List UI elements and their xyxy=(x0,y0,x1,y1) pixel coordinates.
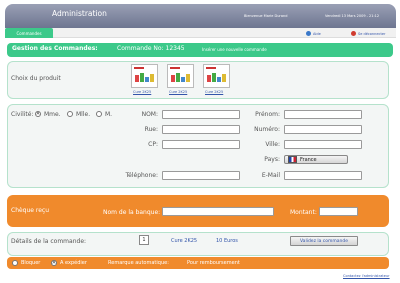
remarque-label: Remarque automatique: xyxy=(108,260,169,266)
france-flag-icon xyxy=(288,156,297,163)
section-title: Gestion des Commandes: xyxy=(12,45,98,52)
remarque-value: Pour remboursement xyxy=(187,260,240,266)
telephone-label: Téléphone: xyxy=(125,172,159,179)
radio-mlle-label: Mlle. xyxy=(76,111,91,118)
nom-input[interactable] xyxy=(162,110,240,119)
product-thumb-label[interactable]: Cure 2K25 xyxy=(133,90,151,94)
ville-input[interactable] xyxy=(284,140,362,149)
quantity-input[interactable]: 1 xyxy=(139,235,149,245)
country-select[interactable]: France xyxy=(284,155,348,164)
montant-input[interactable] xyxy=(319,207,358,216)
prenom-label: Prénom: xyxy=(255,111,280,118)
help-icon xyxy=(306,31,311,36)
montant-label: Montant: xyxy=(290,209,317,216)
logout-label: Se déconnecter xyxy=(358,31,386,36)
email-input[interactable] xyxy=(284,171,362,180)
product-panel xyxy=(7,61,389,99)
rue-input[interactable] xyxy=(162,125,240,134)
details-product: Cure 2K25 xyxy=(171,238,198,244)
numero-label: Numéro: xyxy=(254,126,280,133)
telephone-input[interactable] xyxy=(162,171,240,180)
radio-expedier[interactable]: ✕ xyxy=(51,260,57,266)
validate-order-button[interactable]: Validez la commande xyxy=(290,236,358,246)
country-value: France xyxy=(300,156,317,163)
prenom-input[interactable] xyxy=(284,110,362,119)
radio-mlle[interactable] xyxy=(67,111,73,117)
civilite-label: Civilité: xyxy=(11,111,34,118)
product-thumb-2[interactable] xyxy=(167,64,194,88)
tab-bar xyxy=(5,28,396,38)
radio-expedier-label: A expédier xyxy=(60,260,87,266)
radio-mme[interactable]: ✕ xyxy=(35,111,41,117)
cheque-label: Chèque reçu xyxy=(11,207,50,214)
order-number: Commande No: 12345 xyxy=(117,45,185,52)
banque-input[interactable] xyxy=(162,207,274,216)
numero-input[interactable] xyxy=(284,125,362,134)
details-price: 10 Euros xyxy=(216,238,238,244)
logout-link[interactable]: Se déconnecter xyxy=(351,31,385,36)
logout-icon xyxy=(351,31,356,36)
welcome-text: Bienvenue Marie Durand xyxy=(244,14,288,18)
product-label: Choix du produit xyxy=(11,75,61,82)
product-thumb-label[interactable]: Cure 2K25 xyxy=(205,90,223,94)
product-thumb-3[interactable] xyxy=(203,64,230,88)
tab-commandes[interactable]: Commandes xyxy=(5,28,53,38)
radio-bloquer-label: Bloquer xyxy=(21,260,41,266)
email-label: E-Mail xyxy=(261,172,280,179)
help-label: Aide xyxy=(313,31,321,36)
ville-label: Ville: xyxy=(265,141,280,148)
datetime-text: Vendredi 13 Mars 2009 - 21:12 xyxy=(325,14,380,18)
product-thumb-label[interactable]: Cure 2K25 xyxy=(169,90,187,94)
product-thumb-1[interactable] xyxy=(131,64,158,88)
nom-label: NOM: xyxy=(141,111,158,118)
banque-label: Nom de la banque: xyxy=(103,209,161,216)
rue-label: Rue: xyxy=(144,126,158,133)
radio-mme-label: Mme. xyxy=(44,111,61,118)
radio-bloquer[interactable] xyxy=(12,260,18,266)
details-label: Détails de la commande: xyxy=(11,238,87,245)
new-order-link[interactable]: Insérer une nouvelle commande xyxy=(202,47,267,52)
cp-input[interactable] xyxy=(162,140,240,149)
app-title: Administration xyxy=(52,9,107,18)
contact-admin-link[interactable]: Contactez l'administrateur xyxy=(343,274,390,278)
help-link[interactable]: Aide xyxy=(306,31,321,36)
cp-label: CP: xyxy=(148,141,158,148)
pays-label: Pays: xyxy=(264,156,280,163)
